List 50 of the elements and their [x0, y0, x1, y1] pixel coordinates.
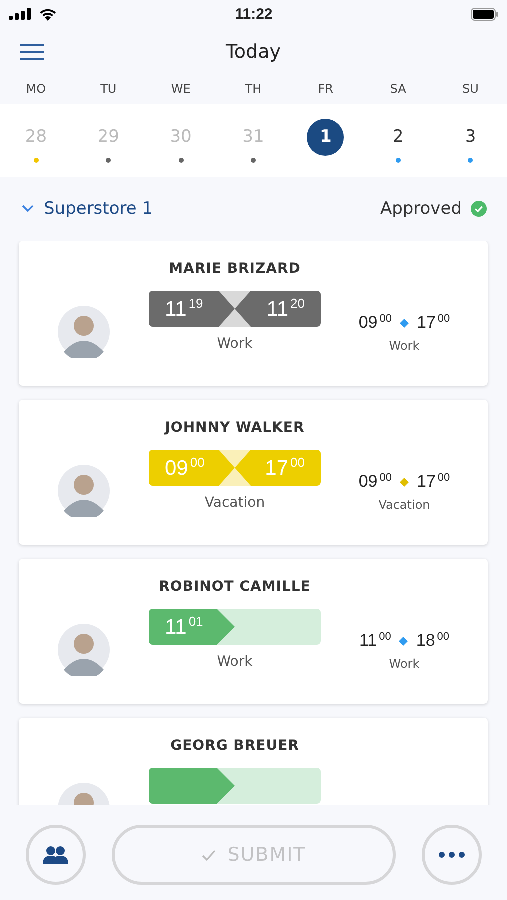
- start-time: 09$^{00}$: [165, 455, 205, 481]
- weekday-label: SA: [389, 82, 408, 96]
- approval-status: Approved: [380, 199, 462, 219]
- weekday-label: WE: [170, 82, 192, 96]
- battery-icon: [470, 8, 499, 20]
- start-time: 11$^{19}$: [165, 296, 204, 322]
- avatar: [58, 465, 110, 517]
- weekday-label: TU: [100, 82, 118, 96]
- menu-icon: [20, 44, 44, 60]
- start-time: 11$^{01}$: [165, 614, 204, 640]
- clock-time: 11:22: [235, 6, 273, 22]
- group-toggle[interactable]: Superstore 1: [22, 199, 154, 219]
- employee-name: ROBINOT CAMILLE: [159, 579, 311, 595]
- planned-end: 18$^{00}$: [416, 631, 450, 651]
- planned-type: Vacation: [378, 498, 430, 512]
- weekday-label: FR: [317, 82, 335, 96]
- shift-type: Work: [217, 336, 253, 352]
- people-icon: [43, 846, 69, 864]
- end-time: 17$^{00}$: [265, 455, 305, 481]
- employee-card[interactable]: JOHNNY WALKER 09$^{00}$ 17$^{00}$ Vacation 09$^{00}$ 17$^{00}$ Vacation: [19, 400, 488, 545]
- employee-name: GEORG BREUER: [170, 738, 300, 754]
- employee-name: JOHNNY WALKER: [165, 420, 305, 436]
- shift-type: Vacation: [204, 495, 266, 511]
- employee-card[interactable]: ROBINOT CAMILLE 11$^{01}$ Work 11$^{00}$ 18$^{00}$ Work: [19, 559, 488, 704]
- planned-start: 11$^{00}$: [359, 631, 392, 651]
- weekday-label: TH: [244, 82, 263, 96]
- employee-card[interactable]: GEORG BREUER: [19, 718, 488, 805]
- planned-start: 09$^{00}$: [358, 472, 392, 492]
- avatar: [58, 306, 110, 358]
- planned-end: 17$^{00}$: [417, 472, 450, 492]
- employee-name: MARIE BRIZARD: [169, 261, 301, 277]
- wifi-icon: [39, 8, 57, 20]
- planned-end: 17$^{00}$: [417, 313, 450, 333]
- shift-type: Work: [217, 654, 253, 670]
- check-icon: [202, 850, 216, 860]
- employee-card[interactable]: MARIE BRIZARD 11$^{19}$ 11$^{20}$ Work 09$^{00}$ 17$^{00}$ Work: [19, 241, 488, 386]
- planned-type: Work: [389, 657, 420, 671]
- more-icon: [439, 852, 465, 858]
- date-item[interactable]: 2: [380, 118, 417, 156]
- signal-icon: [9, 8, 31, 20]
- planned-type: Work: [389, 339, 420, 353]
- date-item[interactable]: 3: [452, 118, 490, 156]
- weekday-label: SU: [462, 82, 480, 96]
- planned-start: 09$^{00}$: [358, 313, 392, 333]
- page-title: Today: [226, 41, 281, 63]
- date-item[interactable]: 1: [307, 118, 344, 156]
- avatar: [58, 624, 110, 676]
- end-time: 11$^{20}$: [266, 296, 305, 322]
- weekday-label: MO: [25, 82, 48, 96]
- chevron-icon: [22, 205, 34, 213]
